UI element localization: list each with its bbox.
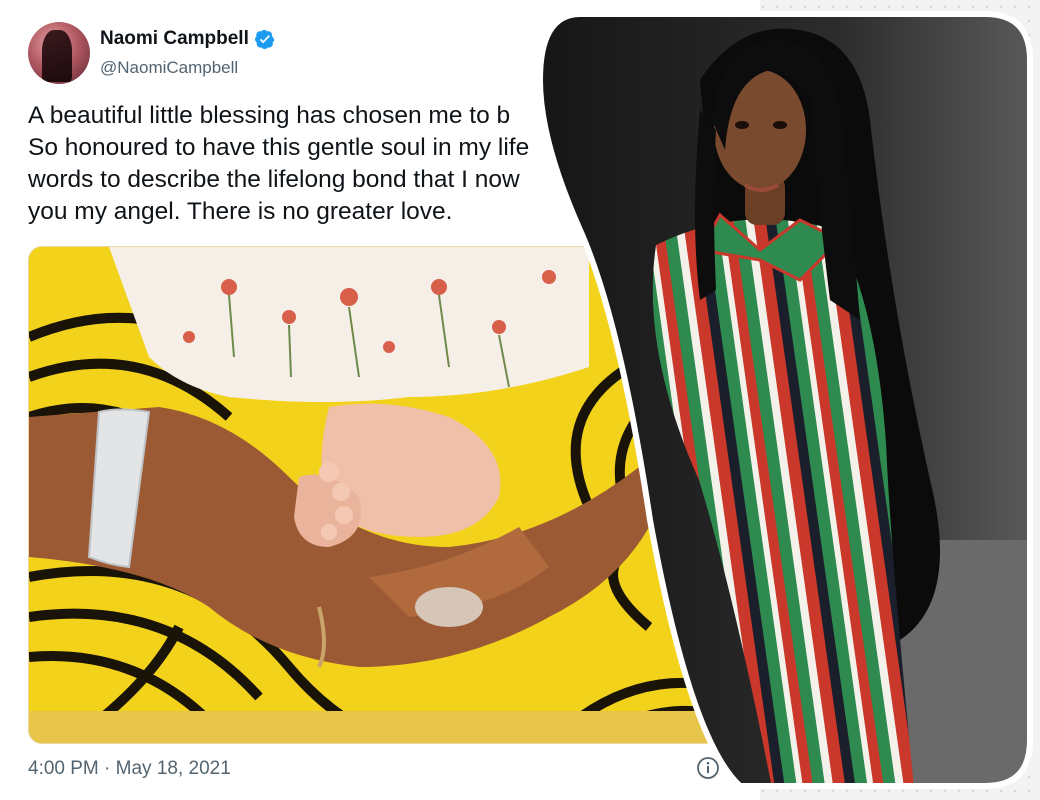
runway-photo	[536, 11, 1033, 789]
